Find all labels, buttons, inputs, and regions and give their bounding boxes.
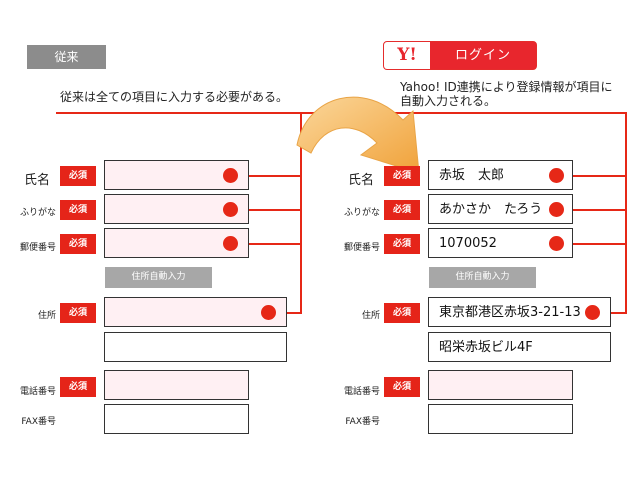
address-label: 住所 — [37, 311, 56, 321]
connector-dot — [261, 305, 276, 320]
required-badge: 必須 — [60, 234, 96, 254]
phone-input[interactable] — [104, 370, 249, 400]
required-badge: 必須 — [384, 200, 420, 220]
legacy-badge: 従来 — [27, 45, 106, 69]
connector-dot — [549, 236, 564, 251]
connector-line-right-vertical — [625, 112, 627, 314]
connector-dot — [549, 202, 564, 217]
yahoo-logo-icon: Y! — [384, 42, 430, 69]
yahoo-description-line1: Yahoo! ID連携により登録情報が項目に — [400, 80, 613, 94]
connector-dot — [549, 168, 564, 183]
connector-dot — [585, 305, 600, 320]
address-line2-input[interactable] — [104, 332, 287, 362]
fax-label: FAX番号 — [21, 417, 56, 427]
required-badge: 必須 — [60, 166, 96, 186]
required-badge: 必須 — [60, 200, 96, 220]
yahoo-description-line2: 自動入力される。 — [400, 94, 497, 108]
required-badge: 必須 — [384, 377, 420, 397]
connector-dot — [223, 236, 238, 251]
name-label: 氏名 — [347, 173, 374, 188]
address-line1-input[interactable]: 東京都港区赤坂3-21-13 — [428, 297, 611, 327]
required-badge: 必須 — [384, 166, 420, 186]
phone-label: 電話番号 — [343, 387, 380, 397]
auto-address-button[interactable]: 住所自動入力 — [429, 267, 536, 288]
connector-dot — [223, 202, 238, 217]
furigana-label: ふりがな — [19, 208, 56, 218]
connector-dot — [223, 168, 238, 183]
legacy-description: 従来は全ての項目に入力する必要がある。 — [60, 90, 289, 104]
address-label: 住所 — [361, 311, 380, 321]
postal-code-label: 郵便番号 — [19, 243, 56, 253]
auto-address-button[interactable]: 住所自動入力 — [105, 267, 212, 288]
fax-label: FAX番号 — [345, 417, 380, 427]
phone-label: 電話番号 — [19, 387, 56, 397]
address-line1-input[interactable] — [104, 297, 287, 327]
fax-input[interactable] — [104, 404, 249, 434]
postal-code-label: 郵便番号 — [343, 243, 380, 253]
required-badge: 必須 — [60, 303, 96, 323]
address-line1-value: 東京都港区赤坂3-21-13 — [439, 305, 581, 320]
required-badge: 必須 — [60, 377, 96, 397]
required-badge: 必須 — [384, 303, 420, 323]
furigana-value: あかさか たろう — [439, 202, 543, 217]
yahoo-login-button[interactable]: Y! ログイン — [383, 41, 537, 70]
phone-input[interactable] — [428, 370, 573, 400]
login-label: ログイン — [454, 48, 511, 63]
name-value: 赤坂 太郎 — [439, 168, 505, 183]
furigana-label: ふりがな — [343, 208, 380, 218]
name-label: 氏名 — [23, 173, 50, 188]
address-line2-value: 昭栄赤坂ビル4F — [439, 340, 533, 355]
postal-code-value: 1070052 — [439, 236, 497, 251]
address-line2-input[interactable]: 昭栄赤坂ビル4F — [428, 332, 611, 362]
required-badge: 必須 — [384, 234, 420, 254]
fax-input[interactable] — [428, 404, 573, 434]
